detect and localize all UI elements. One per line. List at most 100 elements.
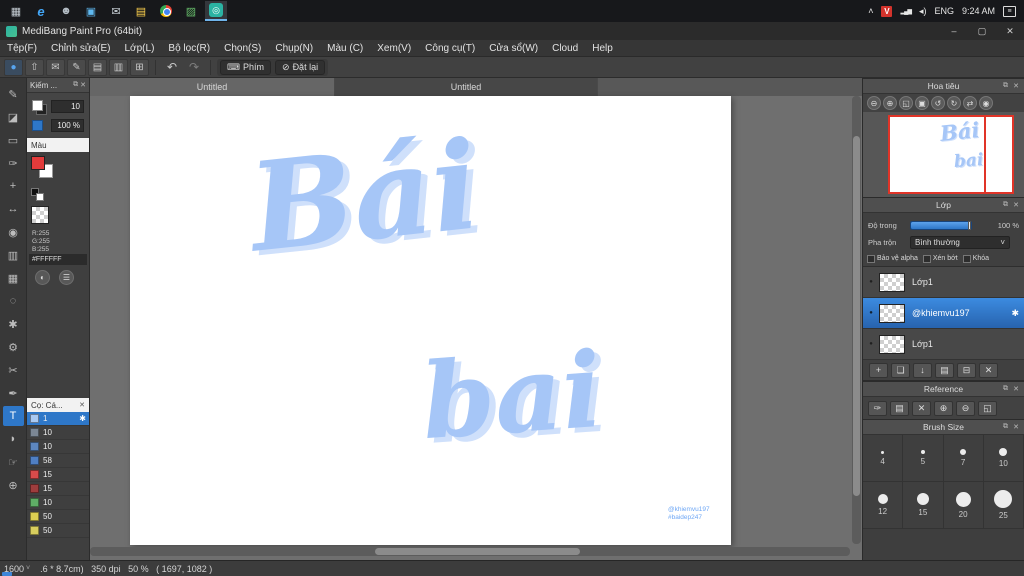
nav-zoom-out-icon[interactable]: ⊖ (867, 96, 881, 110)
reset-button[interactable]: ⊘ Đặt lại (275, 59, 326, 75)
close-icon[interactable]: ✕ (1013, 82, 1019, 90)
vertical-scroll-thumb[interactable] (853, 136, 860, 496)
new-folder-button[interactable]: ▤ (935, 362, 954, 378)
brush-size-cell[interactable]: 7 (943, 435, 984, 482)
merge-down-button[interactable]: ↓ (913, 362, 932, 378)
export-button[interactable]: ⇧ (25, 58, 44, 76)
opacity-slider-thumb[interactable] (968, 221, 971, 230)
operation-tool[interactable]: ⚙ (3, 337, 24, 357)
pen-tool[interactable]: ✎ (3, 84, 24, 104)
horizontal-scrollbar[interactable] (90, 547, 850, 556)
layer-row[interactable]: ● Lớp1 (863, 329, 1024, 360)
brush-size-cell[interactable]: 10 (983, 435, 1024, 482)
undo-button[interactable]: ↶ (162, 59, 182, 76)
people-icon[interactable]: ☻ (55, 1, 77, 21)
brush-size-field[interactable]: 10 (51, 100, 84, 113)
pen2-tool[interactable]: ✒ (3, 383, 24, 403)
move-tool[interactable]: + (3, 176, 24, 196)
eyedropper-tool[interactable]: ◗ (3, 429, 24, 449)
popout-icon[interactable]: ⧉ (73, 81, 78, 89)
task-view-icon[interactable]: ▦ (5, 1, 27, 21)
nav-reset-icon[interactable]: ◉ (979, 96, 993, 110)
brush-item[interactable]: 58 (27, 454, 89, 468)
menu-cong-cu[interactable]: Công cụ(T) (418, 40, 482, 57)
primary-swatch[interactable] (32, 100, 43, 111)
reference-fit-button[interactable]: ◱ (978, 400, 997, 416)
file-explorer-icon[interactable]: ▤ (130, 1, 152, 21)
minimize-button[interactable]: – (940, 22, 968, 40)
popout-icon[interactable]: ⧉ (1003, 423, 1008, 431)
reference-zoom-in-button[interactable]: ⊕ (934, 400, 953, 416)
close-icon[interactable]: ✕ (79, 401, 85, 409)
edge-icon[interactable]: e (30, 1, 52, 21)
mail-icon[interactable]: ✉ (105, 1, 127, 21)
brush-size-cell[interactable]: 12 (863, 482, 904, 529)
tray-chevron-icon[interactable]: ˄ (868, 6, 873, 16)
antivirus-tray-icon[interactable]: V (881, 5, 893, 17)
close-icon[interactable]: ✕ (1013, 423, 1019, 431)
nav-fit-icon[interactable]: ◱ (899, 96, 913, 110)
reference-zoom-out-button[interactable]: ⊖ (956, 400, 975, 416)
brush-size-cell[interactable]: 5 (903, 435, 944, 482)
color-wheel-button[interactable]: ◐ (35, 270, 50, 285)
brush-size-cell[interactable]: 25 (983, 482, 1024, 529)
menu-cua-so[interactable]: Cửa sổ(W) (482, 40, 545, 57)
brush-item[interactable]: 15 (27, 482, 89, 496)
eraser-tool[interactable]: ◪ (3, 107, 24, 127)
layer-row-selected[interactable]: ● @khiemvu197 ✱ (863, 298, 1024, 329)
menu-xem[interactable]: Xem(V) (370, 40, 418, 57)
reference-clear-button[interactable]: ✕ (912, 400, 931, 416)
menu-bo-loc[interactable]: Bộ lọc(R) (161, 40, 217, 57)
store-icon[interactable]: ▣ (80, 1, 102, 21)
chrome-icon[interactable] (155, 1, 177, 21)
reference-open-button[interactable]: ▤ (890, 400, 909, 416)
network-icon[interactable]: ▂▄▆ (900, 8, 912, 15)
brush-settings-icon[interactable]: ✱ (79, 414, 86, 423)
color-slider-button[interactable]: ☰ (59, 270, 74, 285)
menu-help[interactable]: Help (585, 40, 620, 57)
panel-layout-button-2[interactable]: ▥ (109, 58, 128, 76)
lock-checkbox[interactable]: Khóa (962, 254, 989, 263)
delete-layer-button[interactable]: ✕ (979, 362, 998, 378)
fill-tool[interactable]: ◉ (3, 222, 24, 242)
brush-item[interactable]: 15 (27, 468, 89, 482)
duplicate-layer-button[interactable]: ❏ (891, 362, 910, 378)
notification-center-icon[interactable]: ≡ (1003, 5, 1016, 17)
brush-panel-header[interactable]: Cọ: Cá... ✕ (27, 398, 89, 412)
opacity-swatch[interactable] (32, 120, 43, 131)
language-indicator[interactable]: ENG (934, 6, 954, 16)
grid-button[interactable]: ⊞ (130, 58, 149, 76)
opacity-slider[interactable] (910, 221, 972, 230)
hand-tool[interactable]: ☞ (3, 452, 24, 472)
phim-button[interactable]: ⌨ Phím (220, 59, 272, 75)
brush-size-cell[interactable]: 15 (903, 482, 944, 529)
pen-settings-button[interactable]: ✎ (67, 58, 86, 76)
nav-rotate-cw-icon[interactable]: ↻ (947, 96, 961, 110)
menu-cloud[interactable]: Cloud (545, 40, 585, 57)
close-button[interactable]: ✕ (996, 22, 1024, 40)
nav-actual-size-icon[interactable]: ▣ (915, 96, 929, 110)
select-tool[interactable]: ▦ (3, 268, 24, 288)
brush-size-cell[interactable]: 20 (943, 482, 984, 529)
brush-item[interactable]: 50 (27, 510, 89, 524)
layer-row[interactable]: ● Lớp1 (863, 267, 1024, 298)
default-white-swatch[interactable] (36, 193, 44, 201)
visibility-icon[interactable]: ● (863, 341, 879, 347)
lasso-tool[interactable]: ◌ (3, 291, 24, 311)
menu-chon[interactable]: Chọn(S) (217, 40, 268, 57)
clipping-checkbox[interactable]: Xén bớt (922, 254, 958, 263)
panel-layout-button-1[interactable]: ▤ (88, 58, 107, 76)
text-tool[interactable]: T (2, 406, 24, 426)
new-layer-button[interactable]: + (869, 362, 888, 378)
drawing-canvas[interactable]: Bái bai @khiemvu197 #baidep247 (130, 96, 731, 545)
brush-color-button[interactable]: ● (4, 58, 23, 76)
alpha-lock-checkbox[interactable]: Bảo vệ alpha (867, 254, 918, 263)
close-icon[interactable]: ✕ (1013, 385, 1019, 393)
brush-size-cell[interactable]: 4 (863, 435, 904, 482)
popout-icon[interactable]: ⧉ (1003, 385, 1008, 393)
visibility-icon[interactable]: ● (863, 279, 879, 285)
transform-tool[interactable]: ↔ (3, 199, 24, 219)
menu-chinh-sua[interactable]: Chỉnh sửa(E) (44, 40, 118, 57)
medibang-taskbar-icon[interactable]: ◎ (205, 1, 227, 21)
navigator-preview[interactable]: Bái bai (888, 115, 1014, 194)
